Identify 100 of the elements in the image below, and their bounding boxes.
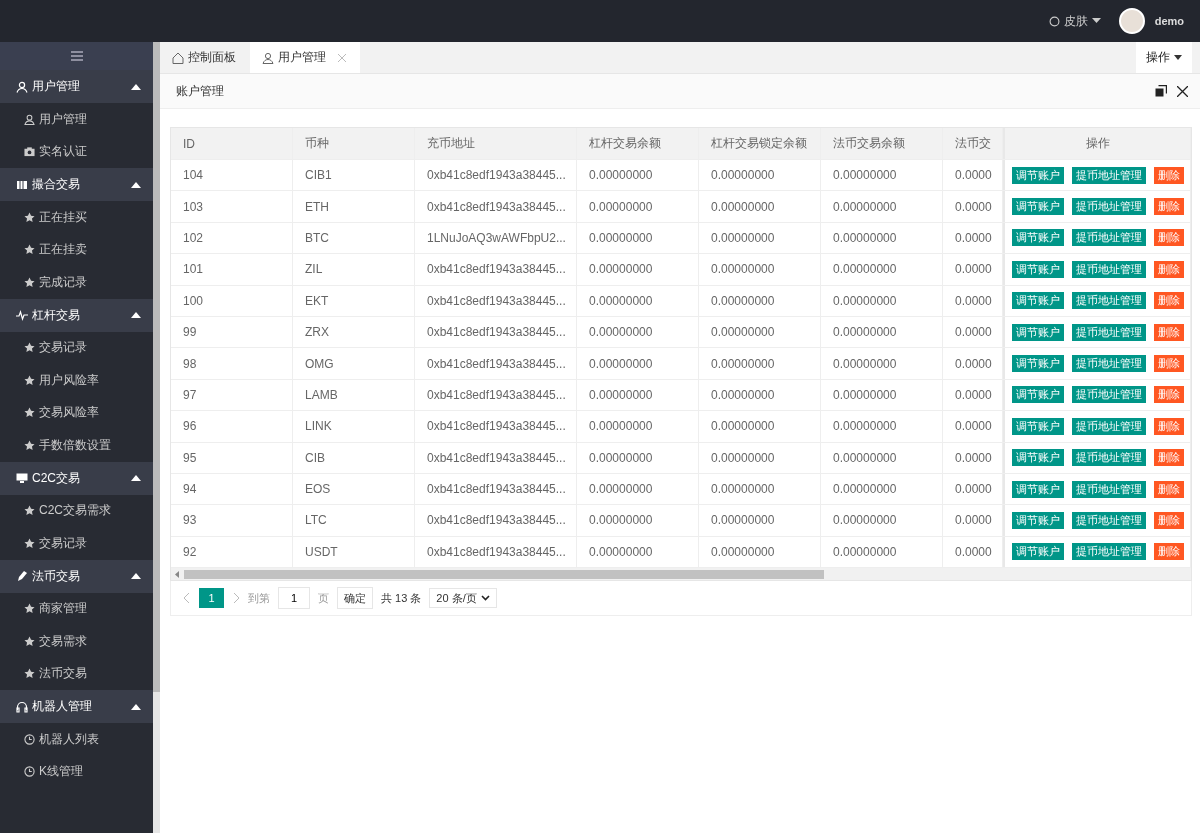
table-cell: 0xb41c8edf1943a38445...	[415, 379, 577, 411]
sidebar-item[interactable]: 用户风险率	[0, 364, 153, 397]
sidebar-group[interactable]: 用户管理	[0, 70, 153, 103]
action-button[interactable]: 提币地址管理	[1071, 260, 1146, 278]
action-button[interactable]: 调节账户	[1011, 292, 1064, 310]
page-size-select[interactable]: 20 条/页	[429, 588, 497, 609]
sidebar-group[interactable]: 撮合交易	[0, 168, 153, 201]
sidebar-item[interactable]: 用户管理	[0, 103, 153, 136]
vertical-scrollbar[interactable]	[153, 42, 160, 692]
delete-button[interactable]: 删除	[1153, 323, 1184, 341]
action-button[interactable]: 调节账户	[1011, 449, 1064, 467]
confirm-button[interactable]: 确定	[337, 587, 373, 610]
action-button[interactable]: 提币地址管理	[1071, 449, 1146, 467]
sidebar-item[interactable]: 机器人列表	[0, 723, 153, 756]
action-button[interactable]: 提币地址管理	[1071, 386, 1146, 404]
group-label: 用户管理	[32, 78, 81, 95]
home-icon	[172, 51, 184, 64]
action-button[interactable]: 提币地址管理	[1071, 198, 1146, 216]
action-button[interactable]: 调节账户	[1011, 386, 1064, 404]
delete-button[interactable]: 删除	[1153, 417, 1184, 435]
delete-button[interactable]: 删除	[1153, 260, 1184, 278]
column-header: 杠杆交易余额	[577, 128, 699, 159]
sidebar-group[interactable]: 法币交易	[0, 559, 153, 593]
delete-button[interactable]: 删除	[1153, 449, 1184, 467]
sidebar-item[interactable]: 法币交易	[0, 657, 153, 690]
sidebar-item[interactable]: 交易风险率	[0, 396, 153, 429]
sidebar-item[interactable]: K线管理	[0, 755, 153, 788]
delete-button[interactable]: 删除	[1153, 198, 1184, 216]
sidebar-item[interactable]: 交易需求	[0, 625, 153, 658]
scroll-left-icon[interactable]	[175, 570, 180, 578]
table-cell: 0.00000000	[577, 160, 699, 191]
action-button[interactable]: 调节账户	[1011, 480, 1064, 498]
action-button[interactable]: 调节账户	[1011, 166, 1064, 184]
action-button[interactable]: 调节账户	[1011, 323, 1064, 341]
action-button[interactable]: 调节账户	[1011, 355, 1064, 373]
action-button[interactable]: 提币地址管理	[1071, 480, 1146, 498]
sidebar-item[interactable]: 交易记录	[0, 331, 153, 364]
sidebar-group[interactable]: C2C交易	[0, 461, 153, 495]
tab[interactable]: 控制面板	[160, 42, 250, 73]
star-icon	[24, 537, 35, 549]
tab[interactable]: 用户管理	[250, 42, 360, 73]
table-cell: 0xb41c8edf1943a38445...	[415, 285, 577, 316]
delete-button[interactable]: 删除	[1153, 386, 1184, 404]
action-button[interactable]: 提币地址管理	[1071, 543, 1146, 561]
action-button[interactable]: 提币地址管理	[1071, 323, 1146, 341]
sidebar-item[interactable]: 完成记录	[0, 266, 153, 299]
goto-label: 到第	[248, 590, 270, 606]
delete-button[interactable]: 删除	[1153, 512, 1184, 529]
table-cell: 0.00000000	[699, 191, 821, 222]
action-button[interactable]: 提币地址管理	[1071, 229, 1146, 247]
delete-button[interactable]: 删除	[1153, 543, 1184, 561]
delete-button[interactable]: 删除	[1153, 166, 1184, 184]
action-button[interactable]: 提币地址管理	[1071, 166, 1146, 184]
action-button[interactable]: 调节账户	[1011, 198, 1064, 216]
actions-menu[interactable]: 操作	[1136, 42, 1192, 73]
sidebar-item[interactable]: C2C交易需求	[0, 494, 153, 527]
action-button[interactable]: 调节账户	[1011, 417, 1064, 435]
delete-button[interactable]: 删除	[1153, 229, 1184, 247]
sidebar-item[interactable]: 实名认证	[0, 135, 153, 168]
skin-menu[interactable]: 皮肤	[1048, 12, 1101, 30]
user-name[interactable]: demo	[1154, 15, 1184, 27]
action-button[interactable]: 提币地址管理	[1071, 512, 1146, 529]
table-cell: 1LNuJoAQ3wAWFbpU2...	[415, 222, 577, 254]
sidebar-group[interactable]: 机器人管理	[0, 690, 153, 723]
menu-icon[interactable]	[70, 51, 83, 61]
table-cell: 0.0000	[943, 411, 1003, 442]
table-cell: 0.00000000	[699, 442, 821, 473]
table-cell: 102	[171, 222, 293, 254]
sidebar-item[interactable]: 商家管理	[0, 592, 153, 625]
sidebar-item[interactable]: 手数倍数设置	[0, 429, 153, 462]
table-cell: 0.00000000	[821, 191, 943, 222]
action-button[interactable]: 调节账户	[1011, 260, 1064, 278]
avatar[interactable]	[1118, 8, 1145, 34]
previous-page-icon[interactable]	[183, 592, 191, 605]
close-icon[interactable]	[1177, 85, 1188, 97]
table-cell: 0.00000000	[699, 505, 821, 536]
sidebar-item[interactable]: 交易记录	[0, 527, 153, 560]
column-header: 操作	[1003, 128, 1191, 159]
table-cell: 0.00000000	[577, 191, 699, 222]
action-button[interactable]: 调节账户	[1011, 512, 1064, 529]
sidebar-item[interactable]: 正在挂卖	[0, 233, 153, 266]
page-input[interactable]: 1	[278, 587, 310, 610]
action-button[interactable]: 调节账户	[1011, 229, 1064, 247]
action-button[interactable]: 提币地址管理	[1071, 417, 1146, 435]
delete-button[interactable]: 删除	[1153, 480, 1184, 498]
user-icon	[262, 51, 274, 64]
action-button[interactable]: 提币地址管理	[1071, 355, 1146, 373]
action-button[interactable]: 提币地址管理	[1071, 292, 1146, 310]
delete-button[interactable]: 删除	[1153, 355, 1184, 373]
action-button[interactable]: 调节账户	[1011, 543, 1064, 561]
table-cell: 94	[171, 473, 293, 505]
sidebar-item[interactable]: 正在挂买	[0, 201, 153, 234]
restore-icon[interactable]	[1155, 85, 1167, 97]
delete-button[interactable]: 删除	[1153, 292, 1184, 310]
table-cell: 0.00000000	[577, 442, 699, 473]
next-page-icon[interactable]	[232, 592, 240, 605]
sidebar-group[interactable]: 杠杆交易	[0, 298, 153, 332]
page-button[interactable]: 1	[199, 588, 224, 609]
table-cell: 0.00000000	[699, 160, 821, 191]
horizontal-scrollbar[interactable]	[171, 568, 1191, 581]
